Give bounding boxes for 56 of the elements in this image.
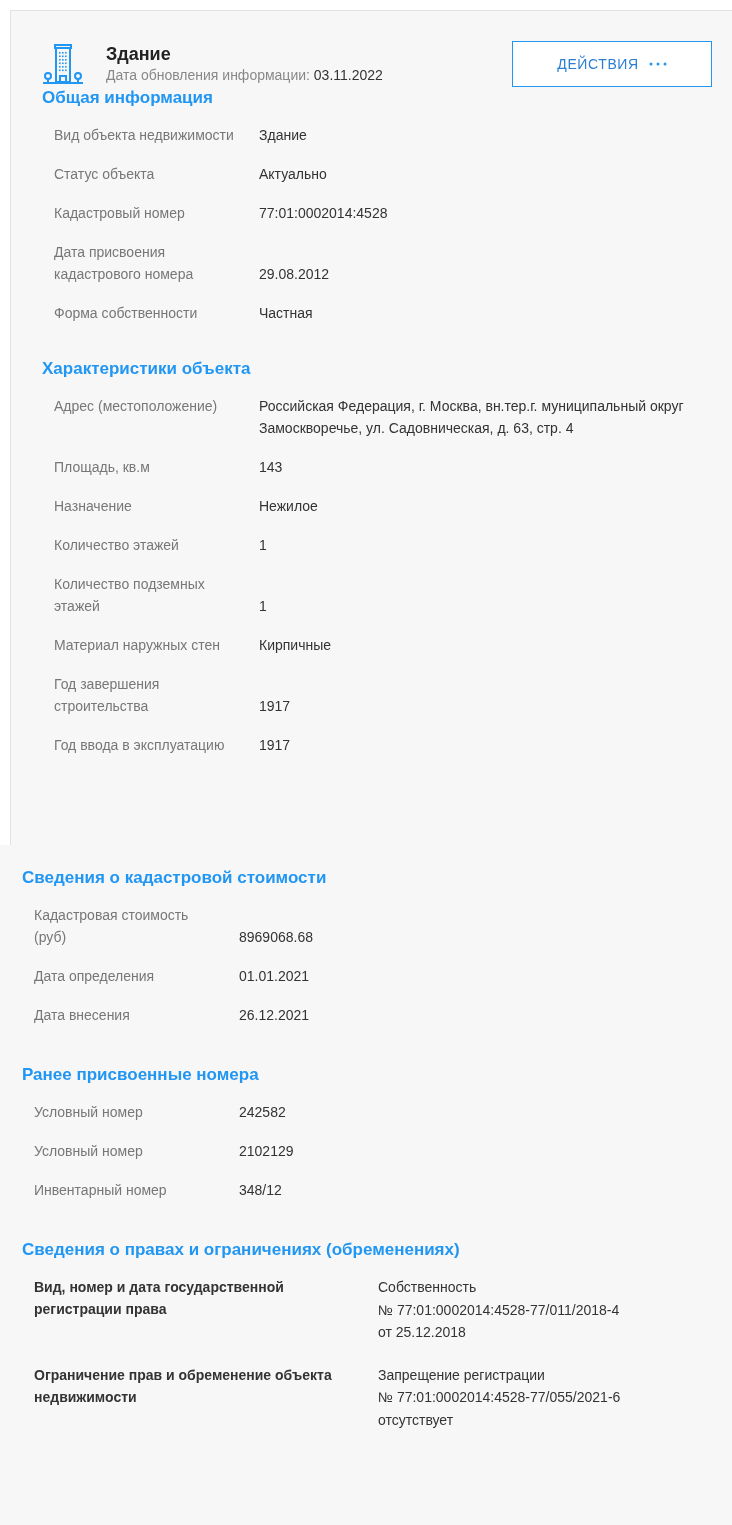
field-value: 1 [259,536,268,555]
building-icon [42,43,84,85]
field-value: № 77:01:0002014:4528-77/011/2018-4 [378,1300,621,1320]
field-label: Вид объекта недвижимости [54,126,235,145]
field-value: отсутствует [378,1410,455,1430]
field-label: Форма собственности [54,304,199,323]
field-value: 8969068.68 [239,928,314,947]
field-label: Количество этажей [54,536,180,555]
field-value: 348/12 [239,1181,283,1200]
field-label: Год ввода в эксплуатацию [54,736,226,755]
field-value: 29.08.2012 [259,265,331,284]
field-label: Условный номер [34,1103,144,1122]
section-title: Характеристики объекта [42,358,252,380]
field-label: Дата присвоения кадастрового номера [54,243,195,284]
field-value: Здание [259,126,308,145]
field-label: Инвентарный номер [34,1181,168,1200]
field-value: Запрещение регистрации [378,1365,546,1385]
field-label: Назначение [54,497,133,516]
field-label: Вид, номер и дата государственной регистрации права [34,1278,285,1319]
field-value: Частная [259,304,314,323]
field-value: 242582 [239,1103,287,1122]
field-label: Кадастровый номер [54,204,186,223]
more-icon [648,62,667,66]
field-label: Ограничение прав и обременение объекта недвижимости [34,1365,333,1407]
field-label: Материал наружных стен [54,636,221,655]
section-title: Ранее присвоенные номера [22,1064,260,1086]
field-value: 77:01:0002014:4528 [259,204,389,223]
field-value: 1 [259,597,268,616]
field-label: Условный номер [34,1142,144,1161]
field-value: 2102129 [239,1142,295,1161]
field-label: Кадастровая стоимость (руб) [34,906,190,947]
update-date-text: Дата обновления информации: 03.11.2022 [106,66,384,85]
field-value: от 25.12.2018 [378,1323,467,1342]
section-title: Сведения о кадастровой стоимости [22,867,328,889]
field-value: 1917 [259,697,292,716]
actions-button[interactable]: ДЕЙСТВИЯ [512,41,712,87]
field-label: Год завершения строительства [54,675,161,716]
field-label: Статус объекта [54,165,156,184]
field-value: № 77:01:0002014:4528-77/055/2021-6 [378,1388,622,1407]
field-label: Количество подземных этажей [54,575,206,616]
field-value: Нежилое [259,497,319,516]
object-title: Здание [106,43,172,65]
field-value: Актуально [259,165,328,184]
field-label: Дата определения [34,967,156,986]
field-value: 01.01.2021 [239,967,311,986]
section-title: Общая информация [42,87,214,109]
field-label: Площадь, кв.м [54,458,151,477]
field-value: 26.12.2021 [239,1006,311,1025]
field-value: 1917 [259,736,292,755]
field-value: 143 [259,458,284,477]
field-value: Российская Федерация, г. Москва, вн.тер.г. муниципальный округ Замоскворечье, ул. Садовническая, д. 63, стр. 4 [259,397,685,438]
field-label: Дата внесения [34,1006,131,1025]
field-label: Адрес (местоположение) [54,397,219,416]
section-title: Сведения о правах и ограничениях (обременениях) [22,1239,461,1261]
field-value: Собственность [378,1278,478,1297]
field-value: Кирпичные [259,636,333,655]
